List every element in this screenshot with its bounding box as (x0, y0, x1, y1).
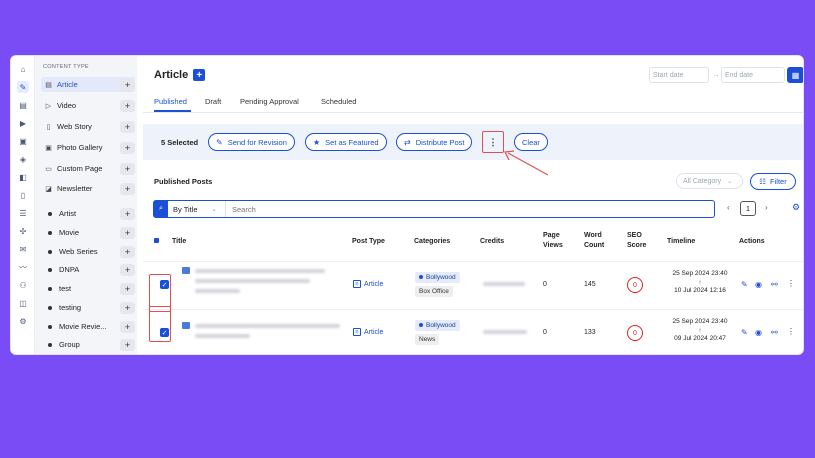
add-artist-button[interactable]: + (120, 207, 135, 220)
custom-page-icon: ▭ (45, 165, 52, 173)
add-custom-page-button[interactable]: + (120, 162, 135, 175)
list-icon[interactable]: ☰ (17, 207, 29, 219)
gallery-icon: ▣ (45, 144, 52, 152)
article-icon: ▤ (45, 81, 52, 89)
web-story-icon: ▯ (46, 123, 51, 131)
add-article-button[interactable]: + (120, 78, 135, 91)
sidebar-item-group[interactable]: Group + (41, 337, 135, 352)
add-group-button[interactable]: + (120, 338, 135, 351)
sidebar-item-web-series[interactable]: Web Series + (41, 244, 135, 259)
add-testing-button[interactable]: + (120, 301, 135, 314)
chart-icon[interactable]: 〰 (17, 261, 29, 273)
add-web-story-button[interactable]: + (120, 120, 135, 133)
settings-icon[interactable]: ⚙ (17, 315, 29, 327)
sidebar-item-artist[interactable]: Artist + (41, 206, 135, 221)
play-icon[interactable]: ▶ (17, 117, 29, 129)
sidebar-item-photo-gallery[interactable]: ▣ Photo Gallery + (41, 140, 135, 155)
video-icon: ▷ (45, 102, 52, 110)
sidebar-item-test[interactable]: test + (41, 281, 135, 296)
media-icon[interactable]: ◧ (17, 171, 29, 183)
sidebar-item-video[interactable]: ▷ Video + (41, 98, 135, 113)
sidebar-item-article[interactable]: ▤ Article + (41, 77, 135, 92)
tag-icon[interactable]: ◈ (17, 153, 29, 165)
sidebar-item-movie-review[interactable]: Movie Revie... + (41, 319, 135, 334)
add-newsletter-button[interactable]: + (120, 182, 135, 195)
add-photo-gallery-button[interactable]: + (120, 141, 135, 154)
sidebar-item-testing[interactable]: testing + (41, 300, 135, 315)
edit-icon[interactable]: ✎ (17, 81, 29, 93)
app-window: ⌂ ✎ ▤ ▶ ▣ ◈ ◧ ▯ ☰ ✣ ✉ 〰 ⚇ ◫ ⚙ CONTENT TY… (10, 55, 804, 355)
sidebar-item-custom-page[interactable]: ▭ Custom Page + (41, 161, 135, 176)
sidebar-item-movie[interactable]: Movie + (41, 225, 135, 240)
add-movie-button[interactable]: + (120, 226, 135, 239)
add-video-button[interactable]: + (120, 99, 135, 112)
sidebar-item-newsletter[interactable]: ◪ Newsletter + (41, 181, 135, 196)
mail-icon[interactable]: ✉ (17, 243, 29, 255)
add-web-series-button[interactable]: + (120, 245, 135, 258)
file-icon[interactable]: ▯ (17, 189, 29, 201)
document-icon[interactable]: ▤ (17, 99, 29, 111)
layers-icon[interactable]: ◫ (17, 297, 29, 309)
add-dnpa-button[interactable]: + (120, 263, 135, 276)
add-test-button[interactable]: + (120, 282, 135, 295)
sidebar-heading: CONTENT TYPE (43, 64, 89, 70)
add-movie-review-button[interactable]: + (120, 320, 135, 333)
main-content: Article + Start date → End date ▦ Publis… (143, 56, 803, 354)
users-icon[interactable]: ⚇ (17, 279, 29, 291)
expand-icon[interactable]: ✣ (17, 225, 29, 237)
image-icon[interactable]: ▣ (17, 135, 29, 147)
content-type-sidebar: CONTENT TYPE ▤ Article + ▷ Video + ▯ Web… (35, 56, 137, 354)
icon-rail: ⌂ ✎ ▤ ▶ ▣ ◈ ◧ ▯ ☰ ✣ ✉ 〰 ⚇ ◫ ⚙ (11, 56, 35, 354)
sidebar-item-dnpa[interactable]: DNPA + (41, 262, 135, 277)
home-icon[interactable]: ⌂ (17, 63, 29, 75)
sidebar-item-web-story[interactable]: ▯ Web Story + (41, 119, 135, 134)
newsletter-icon: ◪ (45, 185, 52, 193)
annotation-arrow (504, 150, 549, 176)
